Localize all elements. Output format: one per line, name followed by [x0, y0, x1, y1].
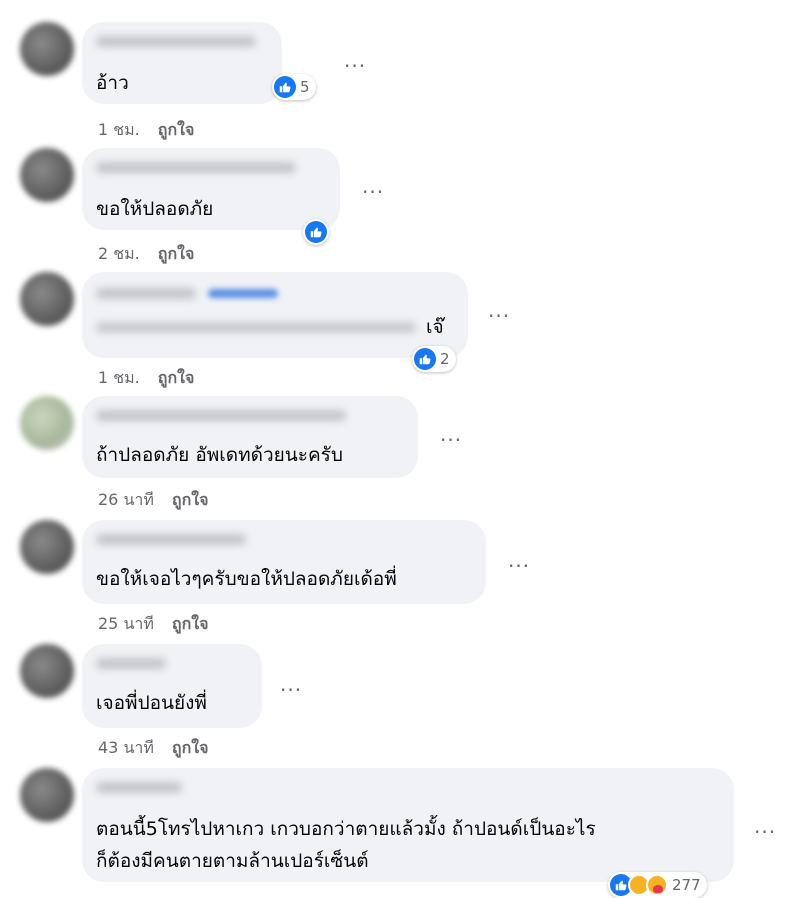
comment-meta: 1 ชม. ถูกใจ: [98, 366, 194, 391]
avatar[interactable]: [20, 520, 74, 574]
more-options-button[interactable]: ···: [508, 556, 530, 576]
commenter-name[interactable]: [96, 782, 182, 793]
more-options-button[interactable]: ···: [280, 680, 302, 700]
avatar[interactable]: [20, 148, 74, 202]
commenter-name[interactable]: [96, 534, 246, 545]
tagged-user-names[interactable]: [96, 322, 416, 333]
more-options-button[interactable]: ···: [754, 822, 776, 842]
commenter-name[interactable]: [96, 36, 256, 47]
like-button[interactable]: ถูกใจ: [158, 368, 195, 387]
comment-bubble: ถ้าปลอดภัย อัพเดทด้วยนะครับ: [82, 396, 418, 478]
comment-text: เจอพี่ปอนยังพี่: [96, 692, 207, 714]
avatar[interactable]: [20, 644, 74, 698]
comment-text: อ้าว: [96, 72, 129, 94]
more-options-button[interactable]: ···: [344, 56, 366, 76]
avatar[interactable]: [20, 768, 74, 822]
comment-text: ถ้าปลอดภัย อัพเดทด้วยนะครับ: [96, 444, 343, 466]
like-reaction-icon: [414, 348, 436, 370]
comment-meta: 2 ชม. ถูกใจ: [98, 242, 194, 267]
comment-meta: 25 นาที ถูกใจ: [98, 612, 208, 637]
comment-bubble: ขอให้ปลอดภัย: [82, 148, 340, 230]
comment-text: เจ๊: [426, 316, 444, 338]
comment-timestamp[interactable]: 26 นาที: [98, 490, 154, 509]
like-button[interactable]: ถูกใจ: [172, 614, 209, 633]
comment-bubble: เจอพี่ปอนยังพี่: [82, 644, 262, 728]
commenter-name[interactable]: [96, 658, 166, 669]
care-reaction-icon: [646, 874, 668, 896]
comment-timestamp[interactable]: 1 ชม.: [98, 120, 140, 139]
comment-text-line-1: ตอนนี้5โทรไปหาเกว เกวบอกว่าตายแล้วมั้ง ถ…: [96, 818, 596, 840]
like-button[interactable]: ถูกใจ: [158, 120, 195, 139]
like-button[interactable]: ถูกใจ: [172, 738, 209, 757]
comment-meta: 1 ชม. ถูกใจ: [98, 118, 194, 143]
reaction-count: 2: [440, 350, 450, 368]
comment-meta: 43 นาที ถูกใจ: [98, 736, 208, 761]
reaction-count: 277: [672, 876, 701, 894]
comment-timestamp[interactable]: 43 นาที: [98, 738, 154, 757]
reaction-summary[interactable]: 5: [272, 74, 316, 100]
like-reaction-icon: [274, 76, 296, 98]
commenter-name[interactable]: [96, 410, 346, 421]
comment-timestamp[interactable]: 25 นาที: [98, 614, 154, 633]
reaction-summary[interactable]: [303, 219, 329, 245]
comment-text: ขอให้เจอไวๆครับขอให้ปลอดภัยเด้อพี่: [96, 568, 397, 590]
reaction-summary[interactable]: 277: [608, 872, 707, 898]
reaction-summary[interactable]: 2: [412, 346, 456, 372]
reaction-count: 5: [300, 78, 310, 96]
like-reaction-icon: [305, 221, 327, 243]
comment-text: ขอให้ปลอดภัย: [96, 198, 214, 220]
more-options-button[interactable]: ···: [440, 430, 462, 450]
comment-meta: 26 นาที ถูกใจ: [98, 488, 208, 513]
avatar[interactable]: [20, 22, 74, 76]
comment-timestamp[interactable]: 1 ชม.: [98, 368, 140, 387]
commenter-name[interactable]: [96, 162, 296, 173]
comment-bubble: ขอให้เจอไวๆครับขอให้ปลอดภัยเด้อพี่: [82, 520, 486, 604]
avatar[interactable]: [20, 396, 74, 450]
avatar[interactable]: [20, 272, 74, 326]
tagged-user-link[interactable]: [208, 289, 278, 298]
more-options-button[interactable]: ···: [488, 306, 510, 326]
comment-text-line-2: ก็ต้องมีคนตายตามล้านเปอร์เซ็นต์: [96, 850, 369, 872]
commenter-name[interactable]: [96, 288, 196, 299]
comment-bubble: อ้าว: [82, 22, 282, 104]
more-options-button[interactable]: ···: [362, 182, 384, 202]
comment-bubble: เจ๊: [82, 272, 468, 358]
like-button[interactable]: ถูกใจ: [158, 244, 195, 263]
comment-bubble: ตอนนี้5โทรไปหาเกว เกวบอกว่าตายแล้วมั้ง ถ…: [82, 768, 734, 882]
like-button[interactable]: ถูกใจ: [172, 490, 209, 509]
comment-timestamp[interactable]: 2 ชม.: [98, 244, 140, 263]
